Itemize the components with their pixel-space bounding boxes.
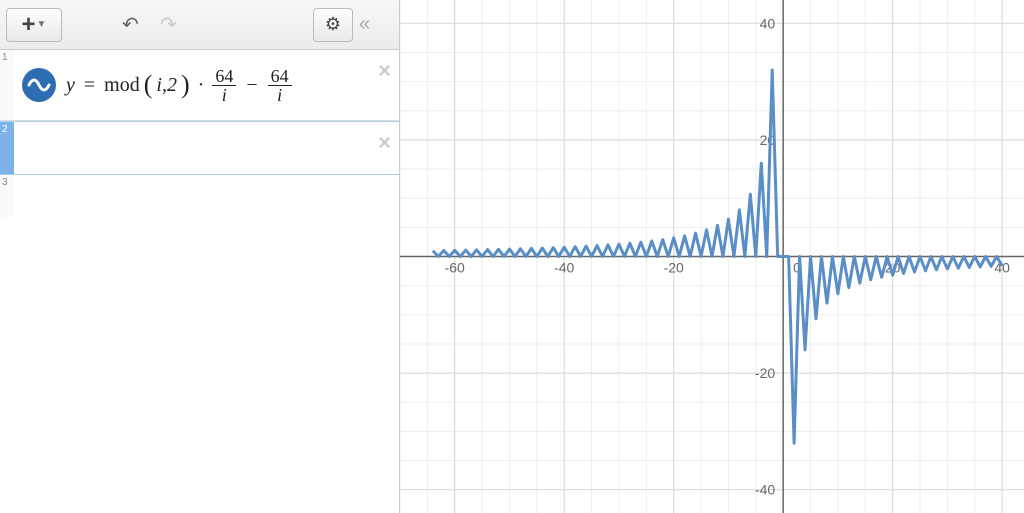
collapse-panel-button[interactable]: « bbox=[359, 13, 393, 36]
row-index: 2 bbox=[0, 122, 14, 174]
wave-icon bbox=[27, 73, 51, 97]
graph-canvas[interactable]: -60-40-2020400-40-202040 bbox=[400, 0, 1024, 513]
chevron-left-icon: « bbox=[359, 13, 370, 35]
expression-input[interactable] bbox=[14, 122, 399, 174]
svg-text:-60: -60 bbox=[445, 260, 465, 276]
row-index: 1 bbox=[0, 50, 14, 120]
expression-input[interactable] bbox=[14, 175, 399, 217]
undo-button[interactable]: ↶ bbox=[122, 12, 154, 37]
svg-text:-40: -40 bbox=[554, 260, 574, 276]
delete-row-button[interactable]: × bbox=[378, 58, 391, 84]
plus-icon: + bbox=[22, 11, 33, 39]
svg-text:40: 40 bbox=[760, 15, 776, 31]
gear-icon: ⚙ bbox=[325, 14, 341, 35]
redo-icon: ↷ bbox=[160, 14, 177, 36]
svg-text:-20: -20 bbox=[755, 365, 775, 381]
expression-panel: + ▼ ↶ ↷ ⚙ « 1 y = mod(i,2) · 64i bbox=[0, 0, 400, 513]
svg-text:-40: -40 bbox=[755, 482, 775, 498]
undo-icon: ↶ bbox=[122, 14, 139, 36]
add-expression-button[interactable]: + ▼ bbox=[6, 8, 62, 42]
caret-down-icon: ▼ bbox=[37, 19, 47, 30]
redo-button[interactable]: ↷ bbox=[160, 12, 192, 37]
delete-row-button[interactable]: × bbox=[378, 130, 391, 156]
expression-row[interactable]: 3 bbox=[0, 175, 399, 217]
row-index: 3 bbox=[0, 175, 14, 217]
expression-row[interactable]: 2 × bbox=[0, 121, 399, 175]
toolbar: + ▼ ↶ ↷ ⚙ « bbox=[0, 0, 399, 50]
graph-area[interactable]: -60-40-2020400-40-202040 bbox=[400, 0, 1024, 513]
svg-text:40: 40 bbox=[994, 260, 1010, 276]
svg-text:-20: -20 bbox=[664, 260, 684, 276]
expression-content[interactable]: y = mod(i,2) · 64i − 64i bbox=[66, 67, 292, 104]
expression-color-toggle[interactable] bbox=[22, 68, 56, 102]
settings-button[interactable]: ⚙ bbox=[313, 8, 353, 42]
expression-row[interactable]: 1 y = mod(i,2) · 64i − 64i × bbox=[0, 50, 399, 121]
expression-list: 1 y = mod(i,2) · 64i − 64i × 2 × bbox=[0, 50, 399, 513]
